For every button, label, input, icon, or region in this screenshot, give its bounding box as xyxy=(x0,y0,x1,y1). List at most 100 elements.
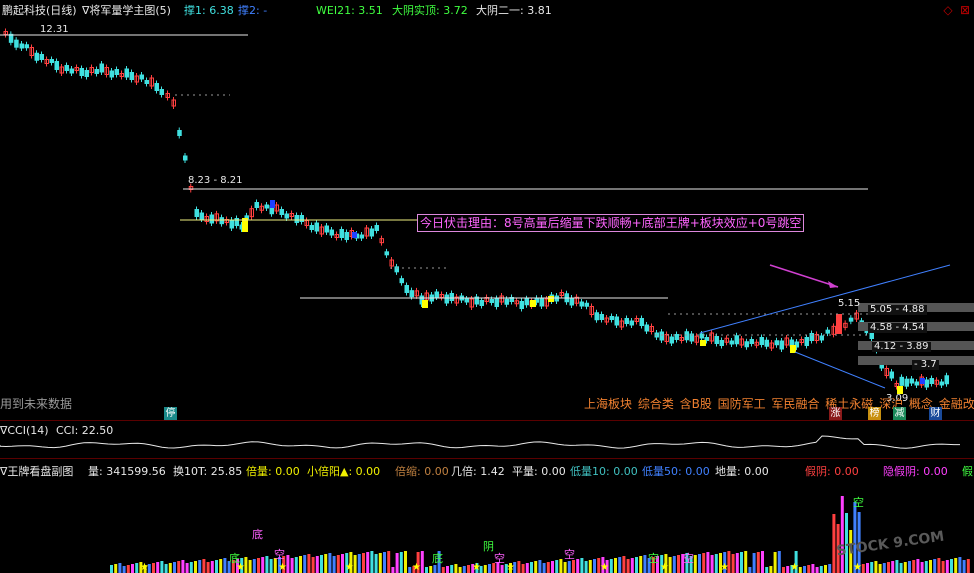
volume-bar xyxy=(542,563,546,573)
volume-stat: 量: 341599.56 xyxy=(88,465,166,478)
volume-bar xyxy=(248,560,252,573)
volume-marker: 空 xyxy=(683,551,694,565)
volume-bar xyxy=(110,565,113,573)
candle-body xyxy=(114,69,119,75)
volume-stat: 平量: 0.00 xyxy=(512,465,566,478)
candle-body xyxy=(374,225,379,231)
volume-marker: 底 xyxy=(432,551,443,565)
volume-bar xyxy=(920,562,924,573)
volume-bar xyxy=(815,567,819,573)
highlight-candle xyxy=(548,296,554,302)
candle-body xyxy=(644,324,649,332)
volume-marker: 空 xyxy=(648,551,659,565)
volume-bar xyxy=(588,560,592,573)
close-icon[interactable]: ⊠ xyxy=(958,3,972,17)
level-515-label: 5.15 xyxy=(838,298,861,309)
restore-icon[interactable]: ◇ xyxy=(941,3,955,17)
badge-suspend: 停 xyxy=(164,407,177,420)
volume-bar xyxy=(131,564,134,573)
volume-bar xyxy=(807,565,811,573)
candle-body xyxy=(299,215,304,222)
main-indicator-name[interactable]: ∇将军量学主图(5) xyxy=(82,4,171,17)
volume-bar xyxy=(387,551,391,573)
candle-body xyxy=(94,69,99,74)
volume-stat: 小倍阳▲: 0.00 xyxy=(307,465,381,478)
candle-body xyxy=(639,318,644,326)
volume-bar xyxy=(521,564,525,573)
volume-bar xyxy=(210,561,214,573)
candle-body xyxy=(914,381,919,386)
candle-body xyxy=(714,336,719,344)
candle-body xyxy=(764,339,769,347)
candle-body xyxy=(494,298,499,307)
volume-bar xyxy=(198,560,202,573)
volume-bar xyxy=(252,559,256,573)
volume-bar xyxy=(714,554,718,573)
volume-bar xyxy=(320,555,323,573)
candle-body xyxy=(744,341,749,348)
cci-indicator-name[interactable]: ∇CCI(14) xyxy=(0,424,49,437)
volume-bar xyxy=(374,554,378,573)
volume-bar xyxy=(324,554,328,573)
candle-body xyxy=(434,291,439,298)
volume-bar xyxy=(866,563,869,573)
volume-bar xyxy=(185,563,189,573)
candle-body xyxy=(404,285,409,293)
volume-bar xyxy=(899,563,903,573)
candle-body xyxy=(614,316,619,326)
candle-body xyxy=(519,301,524,309)
candle-body xyxy=(399,278,404,284)
volume-bar xyxy=(441,567,445,573)
candle-body xyxy=(344,232,349,240)
volume-bar xyxy=(740,552,743,573)
blue-candle xyxy=(920,378,925,384)
candle-body xyxy=(779,340,784,350)
volume-bar xyxy=(824,565,827,573)
candle-body xyxy=(909,378,914,384)
volume-bar xyxy=(357,554,361,573)
volume-bar xyxy=(450,565,454,573)
candle-body xyxy=(848,317,854,322)
candle-body xyxy=(599,314,604,320)
volume-stat: 低量10: 0.00 xyxy=(570,465,638,478)
volume-bar xyxy=(483,565,487,573)
candle-body xyxy=(924,379,929,388)
candle-body xyxy=(804,337,809,346)
volume-bar xyxy=(399,552,403,573)
candle-body xyxy=(939,381,944,386)
volume-bar xyxy=(912,560,916,573)
level-823-label: 8.23 - 8.21 xyxy=(188,175,243,186)
candle-body xyxy=(39,54,44,60)
volume-bar xyxy=(950,559,953,573)
volume-bar xyxy=(194,561,197,573)
resistance-box-4: - 3.7 xyxy=(912,359,939,370)
candle-body xyxy=(324,225,329,233)
candle-body xyxy=(524,298,529,306)
volume-bar xyxy=(122,566,126,573)
candle-body xyxy=(99,63,104,73)
candle-body xyxy=(124,68,129,78)
price-chart[interactable] xyxy=(0,0,974,420)
candle-body xyxy=(819,335,824,341)
volume-bar xyxy=(219,559,223,573)
candle-body xyxy=(339,229,344,238)
volume-bar xyxy=(299,556,302,573)
candle-body xyxy=(719,340,724,346)
volume-bar xyxy=(891,561,895,573)
volume-bar xyxy=(177,561,181,573)
volume-bar xyxy=(677,555,680,573)
volume-bar xyxy=(882,563,886,573)
volume-bar xyxy=(908,561,911,573)
volume-bar xyxy=(303,555,307,573)
badge-ranking: 榜 xyxy=(868,407,881,420)
ambush-reason-callout: 今日伏击理由：8号高量后缩量下跌顺畅+底部王牌+板块效应+0号跳空 xyxy=(417,214,805,232)
cci-chart[interactable] xyxy=(0,420,974,458)
volume-indicator-name[interactable]: ∇王牌看盘副图 xyxy=(0,463,73,479)
volume-bar xyxy=(731,554,735,573)
volume-marker: 阴 xyxy=(483,540,494,553)
candle-body xyxy=(609,316,614,320)
volume-bar xyxy=(643,555,647,573)
volume-bar xyxy=(559,559,563,573)
volume-stat: 地量: 0.00 xyxy=(715,465,769,478)
volume-bar xyxy=(870,562,874,573)
